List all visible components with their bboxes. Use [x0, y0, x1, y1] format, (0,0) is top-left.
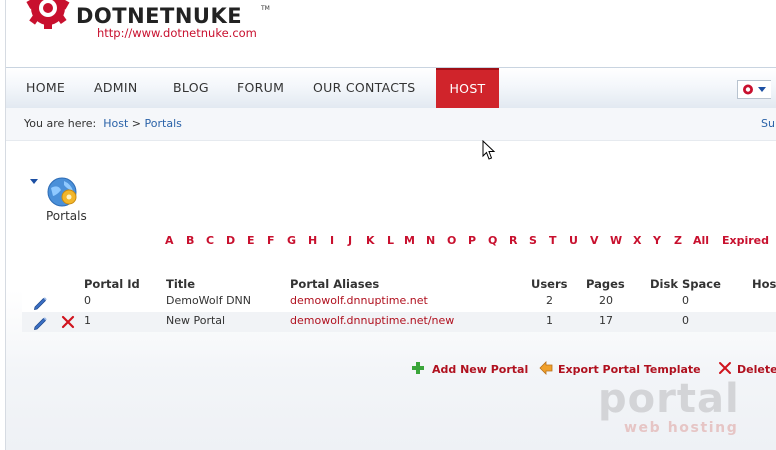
filter-letter-m[interactable]: M — [404, 234, 415, 247]
watermark-portal-text: portal — [598, 376, 740, 422]
filter-letter-w[interactable]: W — [610, 234, 622, 247]
filter-letter-n[interactable]: N — [426, 234, 435, 247]
filter-letter-k[interactable]: K — [366, 234, 375, 247]
filter-letter-f[interactable]: F — [267, 234, 275, 247]
filter-letter-z[interactable]: Z — [674, 234, 682, 247]
delete-button[interactable]: Delete — [718, 361, 776, 377]
filter-letter-s[interactable]: S — [529, 234, 537, 247]
cell-pages: 20 — [599, 294, 613, 307]
filter-letter-u[interactable]: U — [569, 234, 578, 247]
nav-item-home[interactable]: HOME — [26, 68, 65, 108]
filter-letter-i[interactable]: I — [330, 234, 334, 247]
table-row: 1 New Portal demowolf.dnnuptime.net/new … — [22, 312, 776, 332]
logo-wordmark: DOTNETNUKE — [76, 4, 243, 28]
nav-item-host[interactable]: HOST — [436, 68, 499, 108]
watermark-web-hosting-text: web hosting — [624, 420, 739, 436]
filter-all[interactable]: All — [693, 234, 709, 247]
breadcrumb-trail: You are here: Host > Portals — [24, 117, 182, 130]
filter-letter-j[interactable]: J — [348, 234, 352, 247]
column-header-portal-aliases: Portal Aliases — [290, 277, 380, 291]
filter-letter-p[interactable]: P — [468, 234, 476, 247]
filter-letter-q[interactable]: Q — [488, 234, 497, 247]
edit-pencil-icon[interactable] — [32, 294, 48, 310]
add-plus-icon — [412, 362, 424, 374]
module-menu-caret-icon[interactable] — [30, 179, 38, 184]
dotnetnuke-gear-logo-icon[interactable] — [22, 0, 74, 40]
delete-x-icon — [719, 362, 731, 374]
column-header-portal-id: Portal Id — [84, 277, 140, 291]
mouse-cursor-icon — [482, 140, 496, 160]
filter-letter-x[interactable]: X — [633, 234, 641, 247]
logo-url[interactable]: http://www.dotnetnuke.com — [97, 26, 257, 40]
edit-pencil-icon[interactable] — [32, 314, 48, 330]
filter-letter-e[interactable]: E — [247, 234, 255, 247]
portals-globe-gear-icon — [47, 177, 77, 207]
table-row: 0 DemoWolf DNN demowolf.dnnuptime.net 2 … — [22, 292, 776, 312]
filter-letter-h[interactable]: H — [308, 234, 317, 247]
filter-expired[interactable]: Expired — [722, 234, 769, 247]
nav-item-blog[interactable]: BLOG — [173, 68, 209, 108]
breadcrumb-right-link[interactable]: Su — [761, 117, 775, 130]
column-header-hosting: Hos — [752, 277, 776, 291]
export-arrow-icon — [539, 361, 553, 375]
logo-trademark: TM — [261, 5, 270, 12]
breadcrumb-separator: > — [131, 117, 142, 130]
filter-letter-l[interactable]: L — [387, 234, 394, 247]
column-header-users: Users — [531, 277, 568, 291]
delete-x-icon[interactable] — [61, 315, 75, 329]
filter-letter-g[interactable]: G — [287, 234, 296, 247]
cell-title: DemoWolf DNN — [166, 294, 251, 307]
add-new-portal-label: Add New Portal — [432, 363, 529, 376]
breadcrumb-prefix: You are here: — [24, 117, 97, 130]
filter-letter-a[interactable]: A — [165, 234, 174, 247]
breadcrumb-portals-link[interactable]: Portals — [145, 117, 182, 130]
cell-pages: 17 — [599, 314, 613, 327]
delete-label: Delete — [737, 363, 776, 376]
cell-portal-id: 0 — [84, 294, 91, 307]
cell-users: 1 — [546, 314, 553, 327]
breadcrumb: You are here: Host > Portals Su — [6, 108, 776, 141]
add-new-portal-button[interactable]: Add New Portal — [411, 361, 536, 377]
main-nav: HOME ADMIN BLOG FORUM OUR CONTACTS HOST — [6, 67, 776, 109]
cell-disk-space: 0 — [682, 314, 689, 327]
cell-disk-space: 0 — [682, 294, 689, 307]
filter-letter-b[interactable]: B — [186, 234, 194, 247]
cell-portal-id: 1 — [84, 314, 91, 327]
filter-letter-o[interactable]: O — [447, 234, 456, 247]
breadcrumb-host-link[interactable]: Host — [103, 117, 128, 130]
chevron-down-icon — [758, 87, 766, 92]
filter-letter-c[interactable]: C — [206, 234, 214, 247]
filter-letter-v[interactable]: V — [590, 234, 599, 247]
column-header-title: Title — [166, 277, 196, 291]
nav-item-admin[interactable]: ADMIN — [94, 68, 138, 108]
filter-letter-d[interactable]: D — [226, 234, 235, 247]
column-header-pages: Pages — [586, 277, 625, 291]
filter-letter-r[interactable]: R — [509, 234, 517, 247]
export-portal-template-label: Export Portal Template — [558, 363, 701, 376]
cell-title: New Portal — [166, 314, 226, 327]
module-title: Portals — [46, 209, 87, 223]
column-header-disk-space: Disk Space — [650, 277, 721, 291]
nav-item-forum[interactable]: FORUM — [237, 68, 284, 108]
cell-users: 2 — [546, 294, 553, 307]
export-portal-template-button[interactable]: Export Portal Template — [539, 361, 714, 377]
cell-portal-alias-link[interactable]: demowolf.dnnuptime.net — [290, 294, 428, 307]
language-selector[interactable] — [737, 80, 771, 99]
filter-letter-t[interactable]: T — [549, 234, 557, 247]
filter-letter-y[interactable]: Y — [653, 234, 661, 247]
nav-item-our-contacts[interactable]: OUR CONTACTS — [313, 68, 415, 108]
language-flag-icon — [743, 84, 753, 95]
cell-portal-alias-link[interactable]: demowolf.dnnuptime.net/new — [290, 314, 454, 327]
